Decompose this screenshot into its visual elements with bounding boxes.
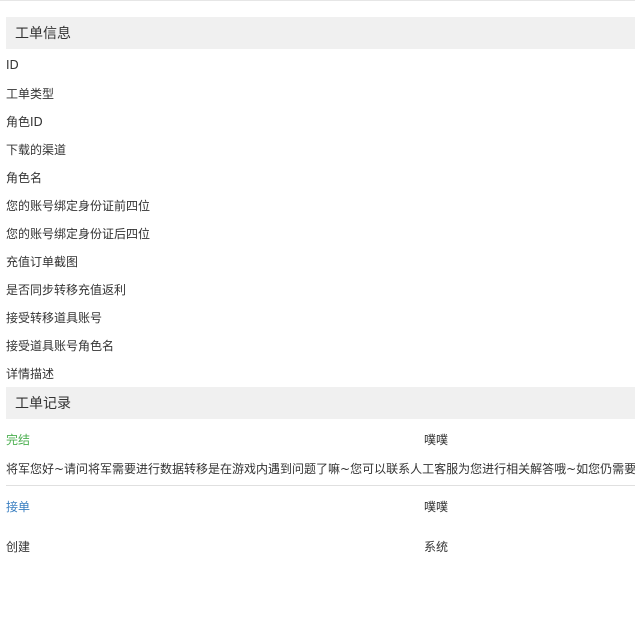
field-description: 详情描述 <box>6 366 55 381</box>
field-sync-rebate: 是否同步转移充值返利 <box>6 282 127 297</box>
field-ticket-type: 工单类型 <box>6 86 55 101</box>
record-status: 接单 <box>6 500 31 514</box>
record-status: 创建 <box>6 540 31 554</box>
ticket-info-list: ID 工单类型 角色ID 下载的渠道 角色名 您的账号绑定身份证前四位 您的账号… <box>6 51 635 387</box>
ticket-page: 工单信息 ID 工单类型 角色ID 下载的渠道 角色名 您的账号绑定身份证前四位… <box>6 17 635 566</box>
record-message: 将军您好~请问将军需要进行数据转移是在游戏内遇到问题了嘛~您可以联系人工客服为您… <box>6 462 635 476</box>
field-recharge-screenshot: 充值订单截图 <box>6 254 79 269</box>
ticket-records-title: 工单记录 <box>15 396 71 412</box>
ticket-info-title: 工单信息 <box>15 26 71 42</box>
field-role-name: 角色名 <box>6 170 43 185</box>
ticket-records-list: 完结 噗噗 将军您好~请问将军需要进行数据转移是在游戏内遇到问题了嘛~您可以联系… <box>6 419 635 566</box>
field-id: ID <box>6 58 19 72</box>
field-id-card-first-four: 您的账号绑定身份证前四位 <box>6 198 151 213</box>
field-id-card-last-four: 您的账号绑定身份证后四位 <box>6 226 151 241</box>
record-head: 完结 噗噗 <box>6 419 635 459</box>
field-role-id: 角色ID <box>6 114 43 129</box>
field-receive-role-name: 接受道具账号角色名 <box>6 338 115 353</box>
record-user: 噗噗 <box>424 433 449 447</box>
record-item: 接单 噗噗 <box>6 486 635 526</box>
record-head: 接单 噗噗 <box>6 486 635 526</box>
record-item: 完结 噗噗 将军您好~请问将军需要进行数据转移是在游戏内遇到问题了嘛~您可以联系… <box>6 419 635 486</box>
record-head: 创建 系统 <box>6 526 635 566</box>
ticket-info-header: 工单信息 <box>6 17 635 49</box>
record-user: 系统 <box>424 540 449 554</box>
record-status: 完结 <box>6 433 31 447</box>
ticket-records-header: 工单记录 <box>6 387 635 419</box>
record-user: 噗噗 <box>424 500 449 514</box>
field-receive-account: 接受转移道具账号 <box>6 310 103 325</box>
top-divider <box>0 0 635 1</box>
field-download-channel: 下载的渠道 <box>6 142 67 157</box>
record-item: 创建 系统 <box>6 526 635 566</box>
